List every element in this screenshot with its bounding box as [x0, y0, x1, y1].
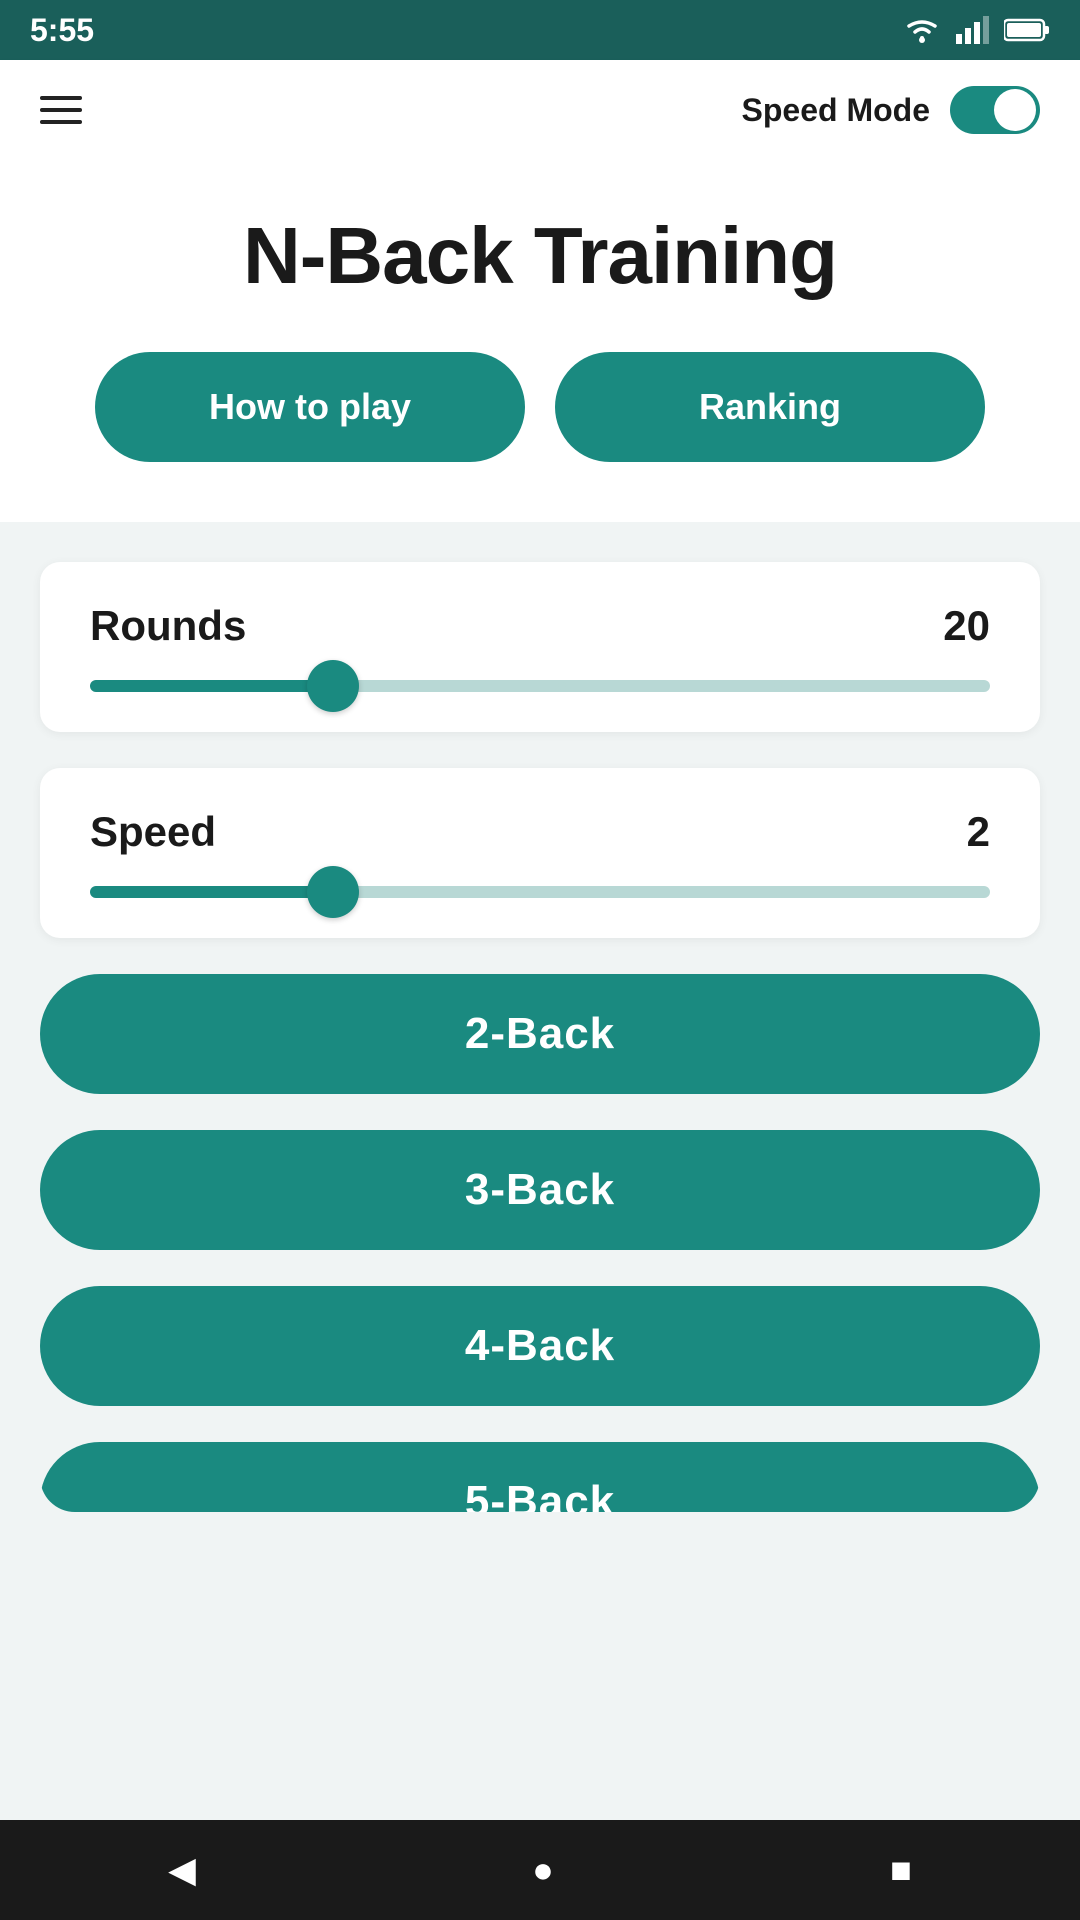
- speed-mode-toggle[interactable]: [950, 86, 1040, 134]
- battery-icon: [1004, 18, 1050, 42]
- rounds-slider-track: [90, 680, 990, 692]
- app-title: N-Back Training: [40, 210, 1040, 302]
- bottom-nav: ◀ ● ■: [0, 1820, 1080, 1920]
- rounds-tick-2: [774, 682, 782, 690]
- status-bar: 5:55: [0, 0, 1080, 60]
- how-to-play-button[interactable]: How to play: [95, 352, 525, 462]
- hero-section: N-Back Training How to play Ranking: [0, 160, 1080, 522]
- top-bar: Speed Mode: [0, 60, 1080, 160]
- nav-home-button[interactable]: ●: [532, 1849, 554, 1891]
- three-back-button[interactable]: 3-Back: [40, 1130, 1040, 1250]
- four-back-button[interactable]: 4-Back: [40, 1286, 1040, 1406]
- rounds-value: 20: [943, 602, 990, 650]
- rounds-tick-1: [558, 682, 566, 690]
- toggle-knob: [994, 89, 1036, 131]
- speed-slider-track: [90, 886, 990, 898]
- status-icons: [902, 16, 1050, 44]
- hero-buttons: How to play Ranking: [40, 352, 1040, 462]
- speed-label: Speed: [90, 808, 216, 856]
- five-back-partial-wrapper: 5-Back: [40, 1442, 1040, 1512]
- speed-slider-header: Speed 2: [90, 808, 990, 856]
- rounds-slider-header: Rounds 20: [90, 602, 990, 650]
- speed-value: 2: [967, 808, 990, 856]
- speed-tick-2: [774, 888, 782, 896]
- speed-slider-thumb[interactable]: [307, 866, 359, 918]
- rounds-slider-track-container[interactable]: [90, 680, 990, 692]
- hamburger-menu-button[interactable]: [40, 96, 82, 124]
- speed-slider-card: Speed 2: [40, 768, 1040, 938]
- wifi-icon: [902, 16, 942, 44]
- home-nav-icon: ●: [532, 1849, 554, 1891]
- speed-slider-track-container[interactable]: [90, 886, 990, 898]
- speed-tick-1: [558, 888, 566, 896]
- rounds-label: Rounds: [90, 602, 246, 650]
- two-back-button[interactable]: 2-Back: [40, 974, 1040, 1094]
- recents-nav-icon: ■: [890, 1849, 912, 1891]
- signal-icon: [956, 16, 990, 44]
- rounds-slider-thumb[interactable]: [307, 660, 359, 712]
- status-time: 5:55: [30, 12, 94, 49]
- ranking-button[interactable]: Ranking: [555, 352, 985, 462]
- top-bar-right: Speed Mode: [742, 86, 1040, 134]
- main-content: Rounds 20 Speed 2 2-Back 3-Back 4-: [0, 522, 1080, 1512]
- nav-back-button[interactable]: ◀: [168, 1849, 196, 1891]
- rounds-slider-card: Rounds 20: [40, 562, 1040, 732]
- speed-mode-label: Speed Mode: [742, 92, 930, 129]
- back-nav-icon: ◀: [168, 1849, 196, 1891]
- five-back-button[interactable]: 5-Back: [40, 1442, 1040, 1512]
- nav-recents-button[interactable]: ■: [890, 1849, 912, 1891]
